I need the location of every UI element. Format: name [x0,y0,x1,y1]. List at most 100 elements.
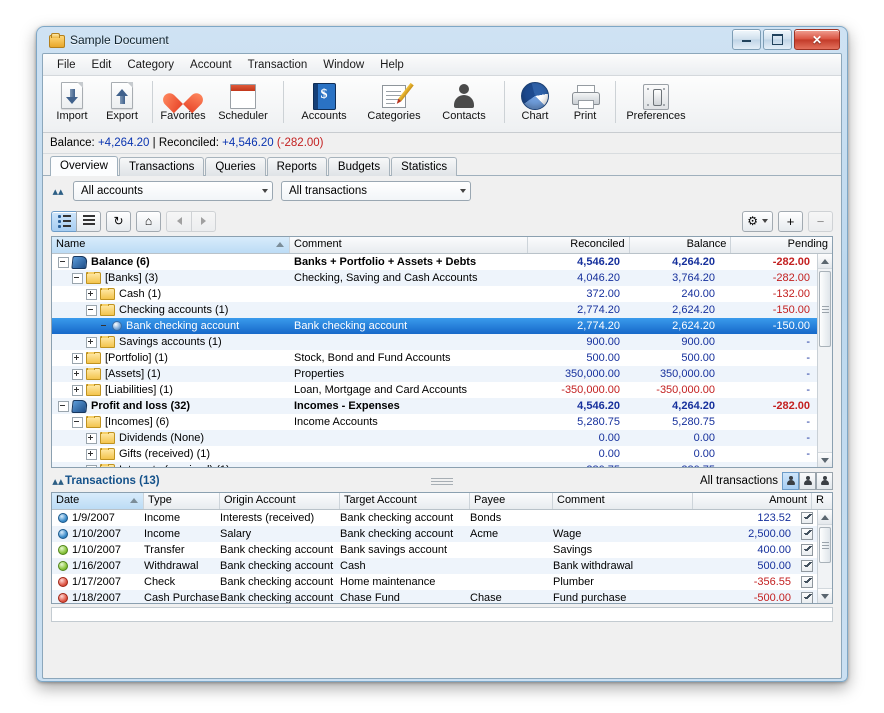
tx-column-date[interactable]: Date [52,493,144,509]
tx-column-origin-account[interactable]: Origin Account [220,493,340,509]
transaction-row[interactable]: 1/17/2007CheckBank checking accountHome … [52,574,817,590]
scroll-thumb[interactable] [819,527,831,563]
detail-view-button[interactable] [816,472,833,490]
expand-icon[interactable] [86,433,97,444]
tree-column-reconciled[interactable]: Reconciled [528,237,630,253]
menu-item-help[interactable]: Help [372,56,412,74]
reconciled-checkbox[interactable] [801,576,813,588]
tree-row[interactable]: Interests (received) (1)280.75280.75- [52,462,817,467]
toolbar-button-favorites[interactable]: Favorites [158,79,208,122]
transaction-row[interactable]: 1/10/2007TransferBank checking accountBa… [52,542,817,558]
payee-view-button[interactable] [782,472,799,490]
tree-row[interactable]: [Liabilities] (1)Loan, Mortgage and Card… [52,382,817,398]
scroll-thumb[interactable] [819,271,831,347]
add-button[interactable]: + [778,211,803,232]
transaction-row[interactable]: 1/18/2007Cash PurchaseBank checking acco… [52,590,817,603]
expand-icon[interactable] [72,369,83,380]
tree-row[interactable]: Profit and loss (32)Incomes - Expenses4,… [52,398,817,414]
maximize-button[interactable] [763,29,792,50]
close-button[interactable]: ✕ [794,29,840,50]
tree-row[interactable]: Bank checking accountBank checking accou… [52,318,817,334]
scroll-track[interactable] [818,269,832,452]
menu-item-account[interactable]: Account [182,56,240,74]
toolbar-button-import[interactable]: Import [47,79,97,122]
menu-item-edit[interactable]: Edit [84,56,120,74]
reconciled-checkbox[interactable] [801,560,813,572]
menu-item-transaction[interactable]: Transaction [240,56,316,74]
remove-button[interactable]: − [808,211,833,232]
minimize-button[interactable] [732,29,761,50]
tree-row[interactable]: [Banks] (3)Checking, Saving and Cash Acc… [52,270,817,286]
collapse-icon[interactable] [58,401,69,412]
forward-button[interactable] [191,211,216,232]
tx-column-type[interactable]: Type [144,493,220,509]
transaction-row[interactable]: 1/10/2007IncomeSalaryBank checking accou… [52,526,817,542]
tab-reports[interactable]: Reports [267,157,327,176]
refresh-button[interactable]: ↻ [106,211,131,232]
menu-item-window[interactable]: Window [315,56,372,74]
expand-icon[interactable] [86,449,97,460]
tab-overview[interactable]: Overview [50,156,118,176]
tab-budgets[interactable]: Budgets [328,157,390,176]
transactions-vertical-scrollbar[interactable] [817,510,832,603]
tree-row[interactable]: Checking accounts (1)2,774.202,624.20-15… [52,302,817,318]
expand-icon[interactable] [86,289,97,300]
tree-row[interactable]: [Incomes] (6)Income Accounts5,280.755,28… [52,414,817,430]
accounts-filter-dropdown[interactable]: All accounts [73,181,273,201]
menu-item-file[interactable]: File [49,56,84,74]
toolbar-button-chart[interactable]: Chart [510,79,560,122]
panel-resize-grip[interactable] [431,478,453,487]
tx-column-comment[interactable]: Comment [553,493,693,509]
toolbar-button-export[interactable]: Export [97,79,147,122]
reconciled-checkbox[interactable] [801,528,813,540]
toolbar-button-preferences[interactable]: Preferences [621,79,691,122]
transactions-filter-dropdown[interactable]: All transactions [281,181,471,201]
tree-row[interactable]: Dividends (None)0.000.00- [52,430,817,446]
scroll-track[interactable] [818,525,832,588]
expand-icon[interactable] [72,385,83,396]
transaction-row[interactable]: 1/16/2007WithdrawalBank checking account… [52,558,817,574]
tx-column-reconciled-flag[interactable]: R [812,493,832,509]
tab-statistics[interactable]: Statistics [391,157,457,176]
scroll-down-button[interactable] [818,452,832,467]
collapse-icon[interactable] [86,305,97,316]
collapse-filters-icon[interactable]: ▴▴ [51,185,65,198]
detail-view-button[interactable] [51,211,76,232]
collapse-icon[interactable] [58,257,69,268]
reconciled-checkbox[interactable] [801,512,813,524]
tree-row[interactable]: Cash (1)372.00240.00-132.00 [52,286,817,302]
reconciled-checkbox[interactable] [801,592,813,603]
home-button[interactable]: ⌂ [136,211,161,232]
toolbar-button-print[interactable]: Print [560,79,610,122]
tree-row[interactable]: Gifts (received) (1)0.000.00- [52,446,817,462]
scroll-down-button[interactable] [818,588,832,603]
tx-column-amount[interactable]: Amount [693,493,812,509]
contact-view-button[interactable] [799,472,816,490]
tree-row[interactable]: Savings accounts (1)900.00900.00- [52,334,817,350]
tx-column-payee[interactable]: Payee [470,493,553,509]
back-button[interactable] [166,211,191,232]
transaction-row[interactable]: 1/9/2007IncomeInterests (received)Bank c… [52,510,817,526]
expand-icon[interactable] [72,353,83,364]
tree-column-name[interactable]: Name [52,237,290,253]
toolbar-button-contacts[interactable]: Contacts [429,79,499,122]
scroll-up-button[interactable] [818,510,832,525]
tree-row[interactable]: Balance (6)Banks + Portfolio + Assets + … [52,254,817,270]
expand-icon[interactable] [86,337,97,348]
tx-column-target-account[interactable]: Target Account [340,493,470,509]
scroll-up-button[interactable] [818,254,832,269]
toolbar-button-scheduler[interactable]: Scheduler [208,79,278,122]
tree-row[interactable]: [Portfolio] (1)Stock, Bond and Fund Acco… [52,350,817,366]
menu-item-category[interactable]: Category [119,56,182,74]
simple-view-button[interactable] [76,211,101,232]
toolbar-button-categories[interactable]: Categories [359,79,429,122]
toolbar-button-accounts[interactable]: $ Accounts [289,79,359,122]
collapse-icon[interactable] [72,273,83,284]
tree-column-comment[interactable]: Comment [290,237,528,253]
tree-row[interactable]: [Assets] (1)Properties350,000.00350,000.… [52,366,817,382]
settings-menu-button[interactable]: ⚙ [742,211,773,232]
tree-vertical-scrollbar[interactable] [817,254,832,467]
collapse-icon[interactable] [72,417,83,428]
expand-icon[interactable] [86,465,97,468]
tab-transactions[interactable]: Transactions [119,157,204,176]
